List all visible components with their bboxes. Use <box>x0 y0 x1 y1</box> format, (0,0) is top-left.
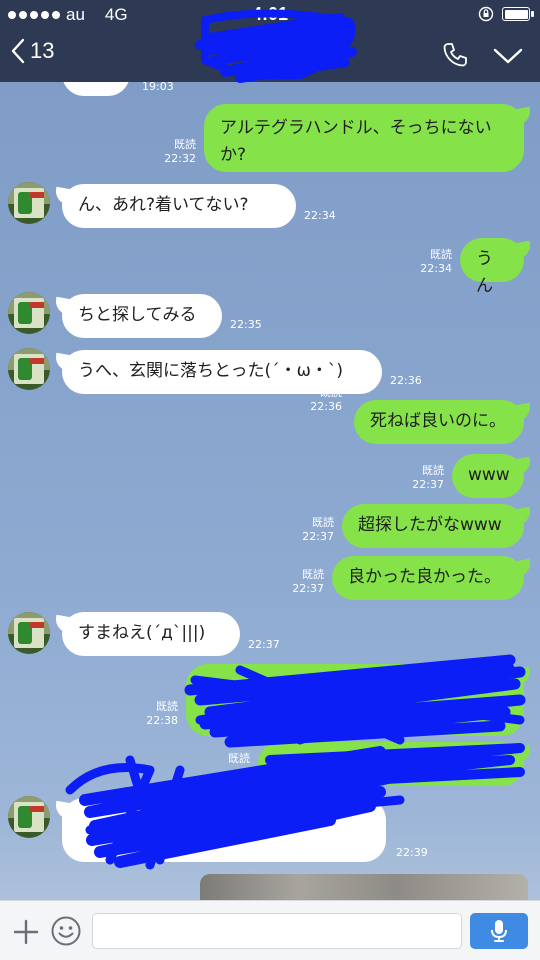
message-bubble-outgoing[interactable]: アルテグラハンドル、そっちにないか? <box>204 104 524 172</box>
message-bubble-outgoing[interactable]: 死ねば良いのに。 <box>354 400 524 444</box>
message-meta: 19:03 <box>142 82 174 93</box>
avatar[interactable] <box>8 612 50 654</box>
avatar[interactable] <box>8 182 50 224</box>
composer-bar <box>0 900 540 960</box>
message-meta: 既読 22:34 <box>420 248 452 275</box>
message-bubble-incoming[interactable]: すまねえ(´д`|||) <box>62 612 240 656</box>
message-meta: 既読 22:38 <box>146 700 178 727</box>
message-list[interactable]: 19:03 既読 22:32 アルテグラハンドル、そっちにないか? ん、あれ?着い… <box>0 82 540 900</box>
chat-header: 13 <box>0 30 540 82</box>
message-bubble-outgoing[interactable]: 超探したがなwww <box>342 504 524 548</box>
phone-icon[interactable] <box>440 40 470 70</box>
message-meta: 22:35 <box>230 318 262 331</box>
mic-icon <box>491 920 507 942</box>
message-bubble-outgoing[interactable] <box>186 664 524 736</box>
message-meta: 既読 22:32 <box>164 138 196 165</box>
voice-button[interactable] <box>470 913 528 949</box>
avatar[interactable] <box>8 292 50 334</box>
message-meta: 22:36 <box>390 374 422 387</box>
avatar[interactable] <box>8 796 50 838</box>
message-meta: 既読 22:37 <box>292 568 324 595</box>
battery-icon <box>502 7 534 21</box>
orientation-lock-icon <box>478 6 494 22</box>
message-input[interactable] <box>92 913 462 949</box>
status-time: 4:01 <box>251 4 289 24</box>
message-meta: 既読 22:36 <box>310 386 342 413</box>
message-bubble-outgoing[interactable]: www <box>452 454 524 498</box>
message-bubble-incoming[interactable]: ちと探してみる <box>62 294 222 338</box>
message-meta: 22:39 <box>396 846 428 859</box>
message-bubble-outgoing[interactable] <box>258 742 524 786</box>
message-bubble-outgoing[interactable]: うん <box>460 238 524 296</box>
avatar[interactable] <box>8 348 50 390</box>
photo-message[interactable] <box>200 874 528 900</box>
message-meta: 22:34 <box>304 209 336 222</box>
message-bubble-incoming[interactable] <box>62 798 386 862</box>
chevron-down-icon[interactable] <box>492 42 524 70</box>
message-bubble-incoming[interactable] <box>62 82 130 96</box>
message-meta: 既読 22:37 <box>302 516 334 543</box>
message-bubble-outgoing[interactable]: 良かった良かった。 <box>332 556 524 600</box>
message-meta: 既読 <box>228 752 250 765</box>
message-meta: 22:37 <box>248 638 280 651</box>
message-meta: 既読 22:37 <box>412 464 444 491</box>
back-button[interactable]: 13 <box>10 38 54 64</box>
unread-count: 13 <box>30 38 55 63</box>
status-right <box>478 6 534 22</box>
smile-icon[interactable] <box>50 915 82 947</box>
status-bar: au 4G 4:01 <box>0 0 540 30</box>
chevron-left-icon <box>11 38 25 64</box>
message-bubble-incoming[interactable]: ん、あれ?着いてない? <box>62 184 296 228</box>
plus-icon[interactable] <box>12 918 40 946</box>
